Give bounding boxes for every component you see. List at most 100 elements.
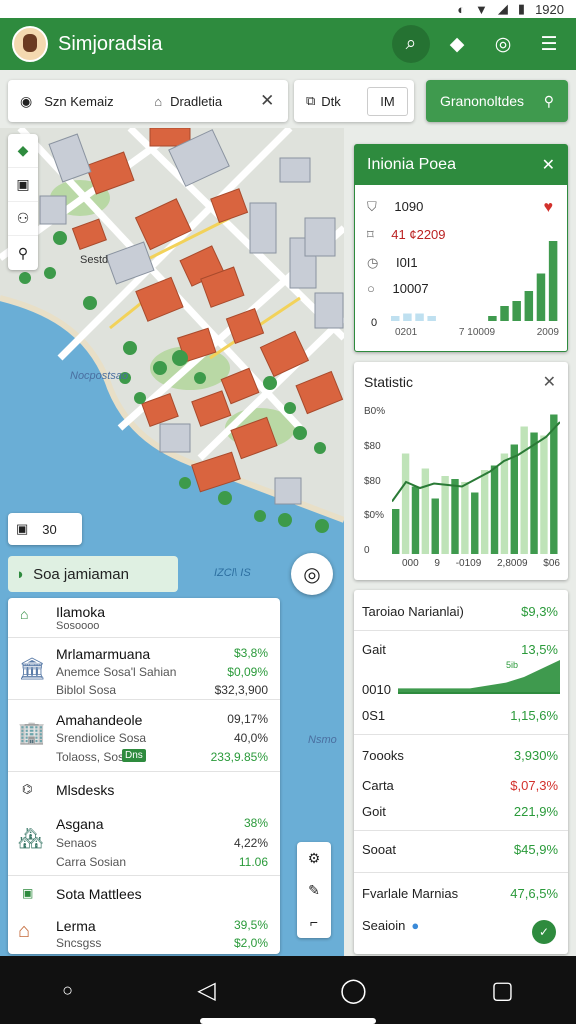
bar <box>512 301 521 321</box>
eye-icon[interactable]: ◉ <box>20 93 32 110</box>
summary-row[interactable]: Carta $,07,3% <box>362 778 558 793</box>
list-item[interactable]: ▣ Sota Mattlees <box>8 876 280 912</box>
list-item[interactable]: ⌂ Ilamoka Sosoooo <box>8 598 280 638</box>
summary-label: Goit <box>362 804 386 819</box>
map-label-road: Sestd <box>80 254 109 266</box>
corner-icon[interactable]: ⌐ <box>310 914 318 930</box>
avatar[interactable] <box>12 26 48 62</box>
bar <box>392 509 400 554</box>
bar <box>451 479 459 554</box>
summary-row[interactable]: Goit 221,9% <box>362 804 558 819</box>
summary-value: 221,9% <box>513 804 558 819</box>
overview-icon[interactable]: ▢ <box>491 976 514 1005</box>
list-item-value: 4,22% <box>233 836 268 850</box>
list-item-value: $32,3,900 <box>214 683 268 697</box>
summary-row[interactable]: 7oooks 3,930% <box>362 748 558 763</box>
home-icon[interactable]: ◯ <box>340 976 367 1005</box>
bar <box>411 486 420 554</box>
save-icon[interactable]: ▣ <box>8 168 38 202</box>
x-tick-label: 7 10009 <box>458 327 496 338</box>
filter-toggle[interactable]: IM <box>367 86 408 116</box>
summary-label: Carta <box>362 778 394 793</box>
y-tick-label: $80 <box>364 440 381 452</box>
summary-value: $45,9% <box>513 842 558 857</box>
list-item-subtitle: Sosoooo <box>56 620 100 632</box>
list-item[interactable]: 🏘 Asgana Senaos Carra Sosian 38% 4,22% 1… <box>8 808 280 876</box>
summary-label: 0010 <box>362 682 391 697</box>
copy-icon[interactable]: ⧉ <box>306 93 315 109</box>
bar <box>548 241 558 321</box>
menu-icon[interactable]: ☰ <box>530 25 568 63</box>
close-icon[interactable]: ✕ <box>543 372 556 392</box>
list-item-subtitle: Sncsgss <box>56 936 102 950</box>
layer-icon[interactable]: ◆ <box>8 134 38 168</box>
list-item[interactable]: 🏢 Amahandeole Srendiolice Sosa Tolaoss, … <box>8 700 280 772</box>
x-tick-label: 0201 <box>395 327 418 338</box>
bar <box>403 313 412 321</box>
flag-icon: ▣ <box>22 886 34 900</box>
list-item-title: Amahandeole <box>56 712 143 728</box>
list-item-detail: Tolaoss, Sos <box>56 750 125 764</box>
map-toolbar: ◆ ▣ ⚇ ⚲ <box>8 134 38 270</box>
green-filter-chip[interactable]: Granonoltdes ⚲ <box>426 80 568 122</box>
info-card: Inionia Poea ✕ ⛉ 1090 ♥ ⌑ 41 ¢2209 ◷ I0I… <box>354 144 568 352</box>
bar <box>441 476 449 554</box>
heart-icon[interactable]: ♥ <box>544 199 554 217</box>
search-input-destination[interactable]: Dradletia <box>170 94 260 109</box>
filter-label[interactable]: Dtk <box>321 94 367 109</box>
list-item-subtitle: Srendiolice Sosa <box>56 731 147 745</box>
search-icon[interactable]: ⌕ <box>392 25 430 63</box>
bar <box>415 313 424 321</box>
summary-row[interactable]: Gait 13,5% <box>362 642 558 657</box>
bar <box>490 465 499 554</box>
list-item-value: $3,8% <box>233 646 268 660</box>
home-indicator[interactable] <box>200 1018 376 1024</box>
summary-row[interactable]: 0S1 1,15,6% <box>362 708 558 723</box>
summary-row[interactable]: Fvarlale Marnias 47,6,5% <box>362 886 558 901</box>
desk-icon: ⌬ <box>22 782 33 796</box>
list-item-value: $2,0% <box>233 936 268 950</box>
person-icon[interactable]: ⚇ <box>8 202 38 236</box>
list-header[interactable]: ◗ Soa jamiaman <box>8 556 178 592</box>
search-input-origin[interactable]: Szn Kemaiz <box>44 94 154 109</box>
sliders-icon[interactable]: ⚙ <box>308 850 321 867</box>
map-pin-icon: ⌂ <box>154 93 163 109</box>
check-icon: ✓ <box>538 925 550 939</box>
close-icon[interactable]: ✕ <box>542 155 555 175</box>
list-item-title: Asgana <box>56 816 104 832</box>
bar <box>536 273 546 321</box>
pen-icon[interactable]: ✎ <box>308 882 320 899</box>
info-icon: ○ <box>367 281 375 296</box>
list-item[interactable]: 🏛 Mrlamarmuana Anemce Sosa'l Sahian Bibl… <box>8 638 280 700</box>
bar <box>524 291 534 321</box>
tower-icon: 🏢 <box>18 720 46 745</box>
list-item[interactable]: ⌂ Lerma Sncsgss 39,5% $2,0% <box>8 912 280 952</box>
close-icon[interactable]: ✕ <box>260 91 274 111</box>
recents-icon[interactable]: ○ <box>62 980 73 1001</box>
summary-row[interactable]: Seaioin ● <box>362 918 558 933</box>
layers-icon[interactable]: ◆ <box>438 25 476 63</box>
summary-row[interactable]: Taroiao Narianlai) $9,3% <box>362 604 558 619</box>
list-item-value: 39,5% <box>233 918 268 932</box>
summary-label: Taroiao Narianlai) <box>362 604 464 619</box>
back-icon[interactable]: ◁ <box>197 976 215 1005</box>
x-tick-label: 2,8009 <box>496 558 528 569</box>
zoom-control[interactable]: ▣ 30 <box>8 513 82 545</box>
summary-label: Seaioin <box>362 918 406 933</box>
list-item-title: Ilamoka <box>56 604 106 620</box>
list-item-title: Mrlamarmuana <box>56 646 151 662</box>
y-tick-label: 0 <box>364 545 370 556</box>
list-item[interactable]: ⌬ Mlsdesks <box>8 772 280 808</box>
chat-icon[interactable]: ◎ <box>484 25 522 63</box>
list-item-value: $0,09% <box>227 665 268 679</box>
info-card-title: Inionia Poea <box>367 156 456 173</box>
summary-value: $9,3% <box>521 604 558 619</box>
confirm-button[interactable]: ✓ <box>532 920 556 944</box>
summary-row[interactable]: Sooat $45,9% <box>362 842 558 857</box>
status-time: 1920 <box>535 1 564 17</box>
locate-button[interactable]: ◎ <box>291 553 333 595</box>
info-chart-axis: 0201 7 10009 2009 <box>395 327 559 338</box>
ruler-icon[interactable]: ⚲ <box>8 236 38 270</box>
square-icon: ▣ <box>16 521 29 536</box>
bar <box>427 316 436 321</box>
